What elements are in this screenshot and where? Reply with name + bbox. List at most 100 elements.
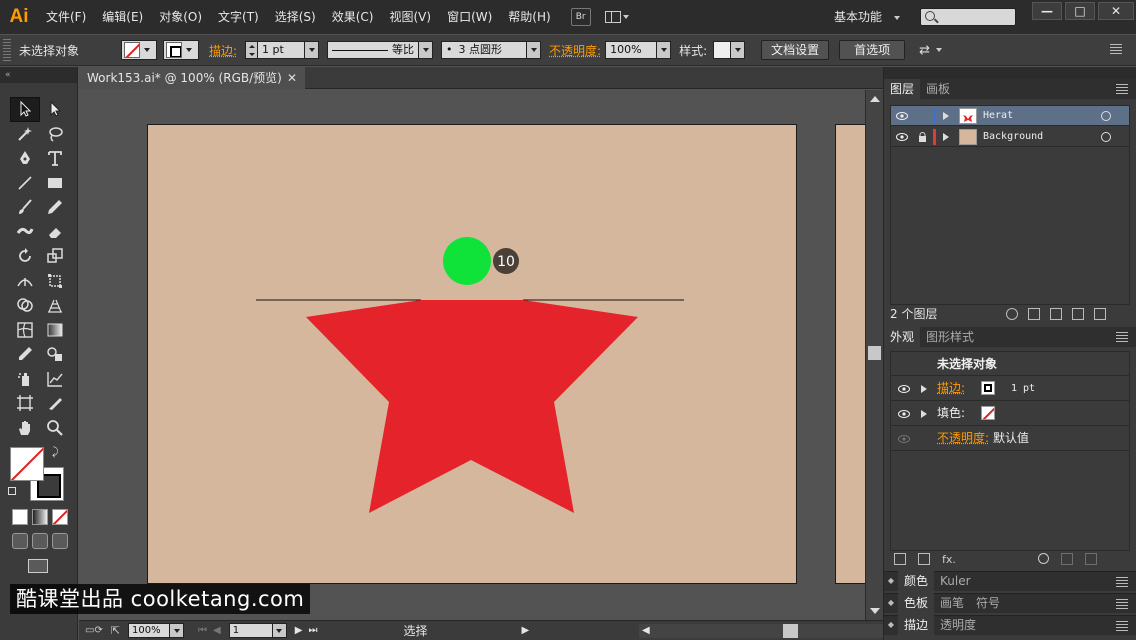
tab-transparency[interactable]: 透明度: [934, 615, 982, 635]
menu-edit[interactable]: 编辑(E): [94, 0, 151, 34]
preferences-button[interactable]: 首选项: [839, 40, 906, 60]
tab-graphic-styles[interactable]: 图形样式: [920, 327, 980, 347]
panel-menu-icon[interactable]: [1116, 599, 1128, 609]
none-mode-icon[interactable]: [52, 509, 68, 525]
menu-type[interactable]: 文字(T): [210, 0, 267, 34]
stroke-weight-field[interactable]: 1 pt: [257, 41, 306, 59]
tools-collapse-icon[interactable]: «: [0, 67, 77, 83]
draw-behind-icon[interactable]: [32, 533, 48, 549]
first-page-icon[interactable]: ⏮: [198, 625, 207, 636]
share-icon[interactable]: ⇱: [111, 624, 120, 637]
tab-stroke[interactable]: 描边: [898, 615, 935, 635]
swap-colors-icon[interactable]: ⤸: [52, 445, 59, 459]
column-graph-tool[interactable]: [40, 367, 70, 392]
add-stroke-icon[interactable]: [894, 553, 906, 565]
direct-selection-tool[interactable]: [40, 97, 70, 122]
expand-panel-icon[interactable]: ◆: [884, 615, 898, 635]
new-layer-icon[interactable]: [1072, 308, 1084, 320]
gradient-tool[interactable]: [40, 318, 70, 343]
draw-inside-icon[interactable]: [52, 533, 68, 549]
pencil-tool[interactable]: [40, 195, 70, 220]
menu-view[interactable]: 视图(V): [381, 0, 439, 34]
expand-panel-icon[interactable]: ◆: [884, 571, 898, 591]
expand-triangle-icon[interactable]: [943, 112, 949, 120]
layer-name[interactable]: Herat: [983, 106, 1013, 126]
target-circle-icon[interactable]: [1101, 111, 1111, 121]
tab-symbols[interactable]: 符号: [970, 593, 1006, 613]
stroke-swatch-icon[interactable]: [981, 381, 995, 395]
panel-menu-icon[interactable]: [1110, 44, 1122, 54]
slice-tool[interactable]: [40, 391, 70, 416]
locate-object-icon[interactable]: [1006, 308, 1018, 320]
lasso-tool[interactable]: [40, 122, 70, 147]
menu-effect[interactable]: 效果(C): [324, 0, 382, 34]
expand-panel-icon[interactable]: ◆: [884, 593, 898, 613]
clear-appearance-icon[interactable]: [1037, 553, 1049, 564]
rotate-tool[interactable]: [10, 244, 40, 269]
brush-dropdown[interactable]: [527, 41, 542, 59]
panel-menu-icon[interactable]: [1116, 621, 1128, 631]
stroke-weight-stepper[interactable]: [245, 41, 258, 59]
minimize-button[interactable]: —: [1032, 2, 1062, 20]
appearance-stroke-row[interactable]: 描边: 1 pt: [891, 376, 1129, 401]
visibility-eye-icon[interactable]: [893, 127, 911, 147]
scroll-up-icon[interactable]: [870, 96, 880, 102]
menu-object[interactable]: 对象(O): [151, 0, 210, 34]
visibility-eye-icon[interactable]: [895, 376, 913, 401]
canvas-area[interactable]: 10: [79, 90, 865, 620]
rectangle-tool[interactable]: [40, 171, 70, 196]
vertical-scroll-thumb[interactable]: [868, 346, 881, 360]
menu-file[interactable]: 文件(F): [38, 0, 94, 34]
status-menu-icon[interactable]: ▶: [521, 625, 529, 636]
none-swatch-icon[interactable]: [981, 406, 995, 420]
tab-artboards[interactable]: 画板: [920, 79, 956, 99]
maximize-button[interactable]: □: [1065, 2, 1095, 20]
artboard-number-field[interactable]: 1: [228, 623, 273, 638]
type-tool[interactable]: [40, 146, 70, 171]
green-circle[interactable]: [443, 237, 491, 285]
document-setup-button[interactable]: 文档设置: [761, 40, 830, 60]
selection-tool[interactable]: [10, 97, 40, 122]
visibility-eye-icon[interactable]: [893, 106, 911, 126]
expand-triangle-icon[interactable]: [943, 133, 949, 141]
hand-tool[interactable]: [10, 416, 40, 441]
tab-layers[interactable]: 图层: [884, 79, 921, 99]
make-clipping-mask-icon[interactable]: [1028, 308, 1040, 320]
last-page-icon[interactable]: ⏭: [308, 625, 317, 636]
trash-icon[interactable]: [1094, 308, 1106, 320]
tab-color[interactable]: 颜色: [898, 571, 935, 591]
zoom-level-field[interactable]: 100%: [128, 623, 171, 638]
zoom-tool[interactable]: [40, 416, 70, 441]
star-shape[interactable]: [306, 300, 638, 513]
cpu-view-icon[interactable]: ▭⟳: [85, 625, 103, 636]
tab-brushes[interactable]: 画笔: [934, 593, 970, 613]
menu-select[interactable]: 选择(S): [267, 0, 324, 34]
new-sublayer-icon[interactable]: [1050, 308, 1062, 320]
opacity-link[interactable]: 不透明度:: [937, 426, 989, 451]
stroke-link[interactable]: 描边:: [937, 376, 965, 401]
workspace-switcher[interactable]: 基本功能: [834, 0, 900, 34]
draw-normal-icon[interactable]: [12, 533, 28, 549]
magic-wand-tool[interactable]: [10, 122, 40, 147]
artboard-dropdown[interactable]: [272, 623, 287, 638]
add-fill-icon[interactable]: [918, 553, 930, 565]
close-button[interactable]: ✕: [1098, 2, 1134, 20]
screen-mode-icon[interactable]: [28, 559, 48, 573]
bridge-button[interactable]: Br: [570, 8, 591, 26]
expand-triangle-icon[interactable]: [921, 410, 927, 418]
line-segment-tool[interactable]: [10, 171, 40, 196]
zoom-dropdown[interactable]: [170, 623, 185, 638]
panel-menu-icon[interactable]: [1116, 577, 1128, 587]
pen-tool[interactable]: [10, 146, 40, 171]
arrange-icon[interactable]: ⇄: [919, 43, 930, 58]
tab-appearance[interactable]: 外观: [884, 327, 921, 347]
vertical-scrollbar[interactable]: [865, 90, 883, 620]
menu-help[interactable]: 帮助(H): [500, 0, 558, 34]
symbol-sprayer-tool[interactable]: [10, 367, 40, 392]
layer-name[interactable]: Background: [983, 127, 1043, 147]
menu-window[interactable]: 窗口(W): [439, 0, 500, 34]
stroke-swatch-dropdown[interactable]: [163, 40, 199, 60]
artboard[interactable]: 10: [147, 124, 797, 584]
color-mode-icon[interactable]: [12, 509, 28, 525]
control-bar-grip[interactable]: [3, 39, 11, 61]
